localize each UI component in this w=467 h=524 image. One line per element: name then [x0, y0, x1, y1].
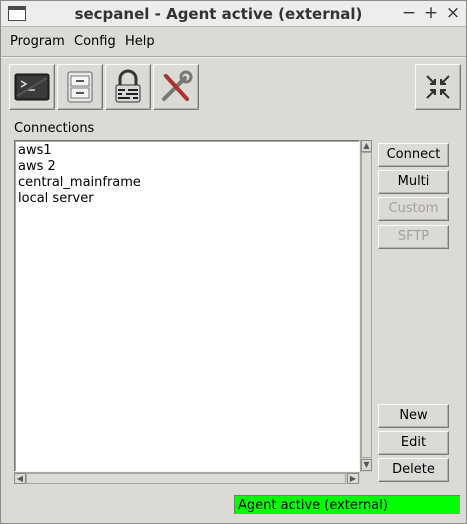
scroll-left-icon[interactable]: ◀ [14, 473, 26, 484]
title-bar[interactable]: secpanel - Agent active (external) − + × [1, 1, 466, 27]
menu-help[interactable]: Help [125, 34, 155, 49]
file-cabinet-button[interactable] [57, 64, 103, 110]
menu-bar: Program Config Help [1, 28, 466, 55]
status-indicator: Agent active (external) [234, 495, 460, 514]
app-window: secpanel - Agent active (external) − + ×… [0, 0, 467, 524]
maximize-button[interactable]: + [421, 3, 441, 23]
list-item[interactable]: aws1 [16, 143, 141, 159]
sftp-button[interactable]: SFTP [378, 225, 449, 249]
collapse-view-button[interactable] [415, 64, 461, 110]
list-item[interactable]: aws 2 [16, 159, 141, 175]
new-button[interactable]: New [378, 404, 449, 428]
scroll-right-icon[interactable]: ▶ [347, 473, 359, 484]
menu-separator [1, 56, 466, 58]
window-title: secpanel - Agent active (external) [74, 5, 363, 23]
terminal-button[interactable] [9, 64, 55, 110]
terminal-icon [14, 73, 50, 101]
custom-button[interactable]: Custom [378, 197, 449, 221]
connect-button[interactable]: Connect [378, 143, 449, 167]
menu-config[interactable]: Config [74, 34, 116, 49]
padlock-button[interactable] [105, 64, 151, 110]
file-cabinet-icon [67, 71, 93, 103]
scroll-down-icon[interactable]: ▼ [361, 459, 372, 471]
tools-icon [162, 70, 193, 101]
close-button[interactable]: × [443, 3, 463, 23]
scroll-up-icon[interactable]: ▲ [361, 140, 372, 152]
padlock-icon [115, 69, 141, 103]
menu-program[interactable]: Program [10, 34, 65, 49]
vertical-scroll-thumb[interactable] [361, 152, 372, 458]
list-item[interactable]: central_mainframe [16, 175, 141, 191]
minimize-button[interactable]: − [399, 3, 419, 23]
shrink-arrows-icon [426, 75, 450, 99]
delete-button[interactable]: Delete [378, 458, 449, 482]
multi-button[interactable]: Multi [378, 170, 449, 194]
horizontal-scrollbar[interactable]: ◀ ▶ [14, 472, 360, 484]
connections-label: Connections [14, 121, 95, 136]
tools-button[interactable] [153, 64, 199, 110]
horizontal-scroll-thumb[interactable] [26, 473, 346, 484]
connections-list[interactable]: aws1 aws 2 central_mainframe local serve… [14, 140, 360, 472]
edit-button[interactable]: Edit [378, 431, 449, 455]
vertical-scrollbar[interactable]: ▲ ▼ [360, 140, 372, 472]
list-item[interactable]: local server [16, 191, 141, 207]
